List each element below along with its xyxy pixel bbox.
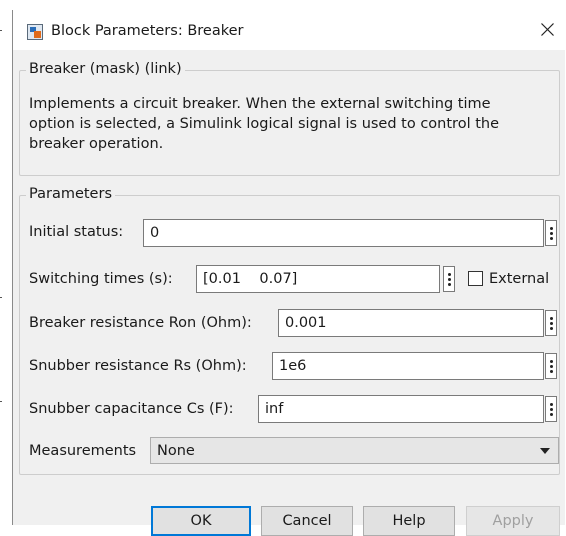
mask-title: Breaker (mask) (link) (26, 61, 185, 77)
mask-description: Implements a circuit breaker. When the e… (29, 96, 500, 152)
help-button[interactable]: Help (363, 506, 455, 536)
edge-tick (0, 297, 2, 298)
edge-tick (0, 401, 2, 402)
rs-input[interactable]: 1e6 (272, 352, 544, 380)
cs-options-button[interactable] (545, 396, 557, 422)
cs-input[interactable]: inf (258, 395, 544, 423)
ron-options-button[interactable] (545, 310, 557, 336)
external-label: External (489, 271, 550, 287)
initial-status-options-button[interactable] (545, 220, 557, 246)
edge-tick (0, 30, 2, 31)
rs-options-button[interactable] (545, 353, 557, 379)
switching-times-options-button[interactable] (443, 266, 455, 292)
chevron-down-icon (540, 448, 550, 454)
ron-label: Breaker resistance Ron (Ohm): (29, 315, 252, 331)
parameters-title: Parameters (26, 186, 115, 202)
ok-button[interactable]: OK (151, 506, 251, 536)
close-icon (541, 23, 554, 36)
measurements-label: Measurements (29, 443, 137, 459)
simulink-block-icon (27, 24, 43, 40)
initial-status-label: Initial status: (29, 224, 124, 240)
switching-times-label: Switching times (s): (29, 271, 173, 287)
window-title: Block Parameters: Breaker (51, 23, 244, 39)
ron-input[interactable]: 0.001 (278, 309, 544, 337)
cs-label: Snubber capacitance Cs (F): (29, 401, 234, 417)
cancel-button[interactable]: Cancel (261, 506, 353, 536)
block-parameters-dialog: Block Parameters: Breaker Breaker (mask)… (12, 10, 565, 536)
external-checkbox[interactable] (468, 271, 483, 286)
switching-times-input[interactable]: [0.01 0.07] (196, 265, 440, 293)
measurements-value: None (157, 443, 195, 459)
rs-label: Snubber resistance Rs (Ohm): (29, 358, 247, 374)
title-bar: Block Parameters: Breaker (13, 10, 565, 50)
initial-status-input[interactable]: 0 (143, 219, 544, 247)
measurements-dropdown[interactable]: None (150, 437, 559, 464)
apply-button[interactable]: Apply (466, 506, 560, 536)
close-button[interactable] (529, 14, 565, 44)
